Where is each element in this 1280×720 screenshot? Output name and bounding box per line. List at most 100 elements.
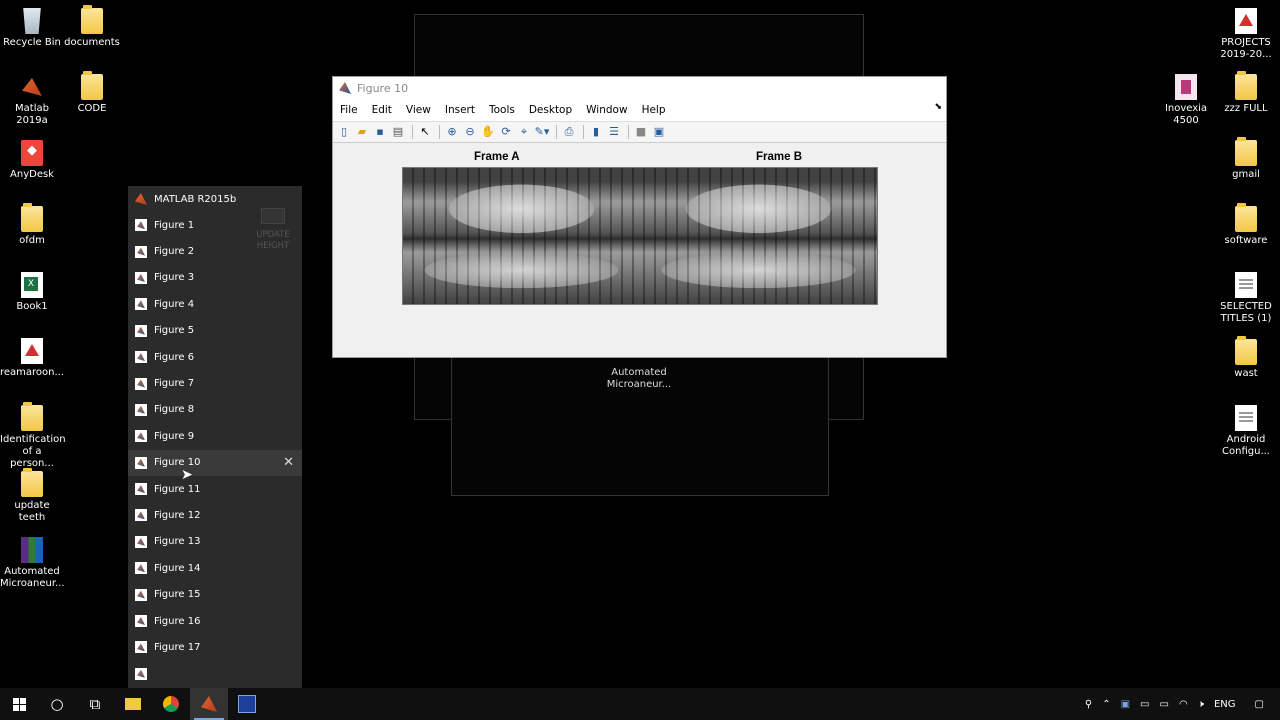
matlab-figure-icon [135, 456, 147, 469]
menu-help[interactable]: Help [635, 104, 673, 116]
jumplist-item[interactable]: Figure 9 [128, 423, 302, 449]
desktop-icon[interactable]: PROJECTS 2019-20... [1214, 8, 1278, 61]
language-indicator[interactable]: ENG [1214, 699, 1236, 710]
zoom-in-icon[interactable]: ⊕ [444, 124, 460, 140]
matlab-figure-icon [135, 245, 147, 258]
start-button[interactable] [0, 688, 38, 720]
desktop-icon[interactable]: reamaroon... [0, 338, 64, 379]
chrome-button[interactable] [152, 688, 190, 720]
open-file-icon[interactable]: ▰ [354, 124, 370, 140]
figure-titlebar[interactable]: Figure 10 [333, 77, 946, 99]
matlab-figure-icon [135, 588, 147, 601]
tray-app-icon[interactable]: ▣ [1121, 699, 1130, 710]
tray-app-icon-2[interactable]: ▭ [1140, 699, 1149, 710]
jumplist-item[interactable]: Figure 12 [128, 502, 302, 528]
desktop-icon[interactable]: Recycle Bin [0, 8, 64, 49]
folder-icon [21, 203, 43, 232]
jumplist-item[interactable]: Figure 4 [128, 291, 302, 317]
axes-title-frame-a: Frame A [474, 151, 520, 163]
show-hidden-icons[interactable]: ⌃ [1102, 699, 1110, 710]
search-button[interactable]: ○ [38, 688, 76, 720]
zoom-out-icon[interactable]: ⊖ [462, 124, 478, 140]
menu-tools[interactable]: Tools [482, 104, 522, 116]
chrome-icon [163, 696, 179, 712]
pdf-icon [21, 338, 43, 364]
desktop-icon[interactable]: AnyDesk [0, 140, 64, 181]
close-icon[interactable]: ✕ [283, 455, 294, 470]
ghost-label: Automated Microaneur... [606, 367, 672, 390]
jumplist-item[interactable]: Figure 10 ✕ [128, 449, 302, 476]
jumplist-item[interactable]: Figure 17 [128, 634, 302, 660]
desktop-icon[interactable]: documents [60, 5, 124, 49]
jumplist-item[interactable]: Figure 6 [128, 344, 302, 370]
app-taskbar-button[interactable] [228, 688, 266, 720]
menu-file[interactable]: File [333, 104, 365, 116]
jumplist-item-partial[interactable] [128, 661, 302, 687]
volume-icon[interactable]: 🕨 [1198, 699, 1204, 710]
desktop-icon-label: Inovexia 4500 [1164, 103, 1208, 126]
file-explorer-button[interactable] [114, 688, 152, 720]
thumbnail-label: UPDATE HEIGHT [256, 230, 290, 251]
desktop-icon[interactable]: zzz FULL [1214, 71, 1278, 115]
jumplist-item[interactable]: Figure 7 [128, 370, 302, 396]
save-icon[interactable]: ▪ [372, 124, 388, 140]
taskbar-jump-list: MATLAB R2015b Figure 1 Figure 2 Figure 3 Fi… [128, 186, 302, 688]
jumplist-item[interactable]: Figure 15 [128, 581, 302, 607]
jumplist-item[interactable]: Figure 16 [128, 608, 302, 634]
desktop-icon[interactable]: CODE [60, 71, 124, 115]
desktop-icon[interactable]: wast [1214, 336, 1278, 380]
edit-plot-icon[interactable]: ↖ [417, 124, 433, 140]
pdf-icon [1235, 8, 1257, 34]
desktop-icon[interactable]: Android Configu... [1214, 405, 1278, 458]
dock-arrow-icon[interactable]: ⬊ [934, 102, 942, 112]
matlab-figure-icon [339, 82, 351, 94]
figure-window[interactable]: Figure 10 File Edit View Insert Tools Desktop… [332, 76, 947, 358]
pan-icon[interactable]: ✋ [480, 124, 496, 140]
desktop-icon[interactable]: Inovexia 4500 [1154, 74, 1218, 127]
desktop-icon[interactable]: ofdm [0, 203, 64, 247]
desktop-icon[interactable]: SELECTED TITLES (1) [1214, 272, 1278, 325]
desktop-icon[interactable]: Identification of a person... [0, 402, 66, 470]
jumplist-item[interactable]: Figure 3 [128, 265, 302, 291]
recycle-bin-icon [23, 8, 41, 34]
update-height-thumbnail: UPDATE HEIGHT [250, 208, 296, 252]
desktop-icon-label: ofdm [19, 235, 45, 246]
cortana-icon: ○ [50, 695, 64, 713]
menu-desktop[interactable]: Desktop [522, 104, 579, 116]
desktop-icon[interactable]: Matlab 2019a [0, 74, 64, 127]
menu-window[interactable]: Window [579, 104, 634, 116]
jumplist-item[interactable]: Figure 14 [128, 555, 302, 581]
brush-icon[interactable]: ✎▾ [534, 124, 550, 140]
jumplist-item[interactable]: Figure 13 [128, 529, 302, 555]
link-plot-icon[interactable]: ⎙ [561, 124, 577, 140]
new-figure-icon[interactable]: ▯ [336, 124, 352, 140]
jumplist-item[interactable]: Figure 5 [128, 318, 302, 344]
insert-colorbar-icon[interactable]: ▮ [588, 124, 604, 140]
hide-plot-tools-icon[interactable]: ■ [633, 124, 649, 140]
desktop-icon[interactable]: Automated Microaneur... [0, 537, 65, 590]
desktop-icon[interactable]: gmail [1214, 137, 1278, 181]
show-plot-tools-icon[interactable]: ▣ [651, 124, 667, 140]
wifi-icon[interactable]: ◠ [1179, 699, 1188, 710]
menu-insert[interactable]: Insert [438, 104, 482, 116]
desktop-icon[interactable]: update teeth [0, 468, 64, 524]
menu-view[interactable]: View [399, 104, 438, 116]
jumplist-item[interactable]: Figure 8 [128, 397, 302, 423]
battery-icon[interactable]: ▭ [1159, 699, 1168, 710]
matlab-figure-icon [135, 509, 147, 522]
notification-icon[interactable]: ▢ [1255, 699, 1264, 710]
rotate-3d-icon[interactable]: ⟳ [498, 124, 514, 140]
matlab-taskbar-button[interactable] [190, 688, 228, 720]
task-view-button[interactable]: ⧉ [76, 688, 114, 720]
print-icon[interactable]: ▤ [390, 124, 406, 140]
insert-legend-icon[interactable]: ☰ [606, 124, 622, 140]
menu-edit[interactable]: Edit [365, 104, 399, 116]
jumplist-item[interactable]: Figure 11 [128, 476, 302, 502]
data-cursor-icon[interactable]: ⌖ [516, 124, 532, 140]
jumplist-item-label: Figure 12 [154, 509, 201, 521]
desktop-icon-label: gmail [1232, 169, 1260, 180]
desktop-icon[interactable]: software [1214, 203, 1278, 247]
people-icon[interactable]: ⚲ [1085, 699, 1092, 710]
desktop-icon[interactable]: Book1 [0, 272, 64, 313]
document-icon [1235, 272, 1257, 298]
